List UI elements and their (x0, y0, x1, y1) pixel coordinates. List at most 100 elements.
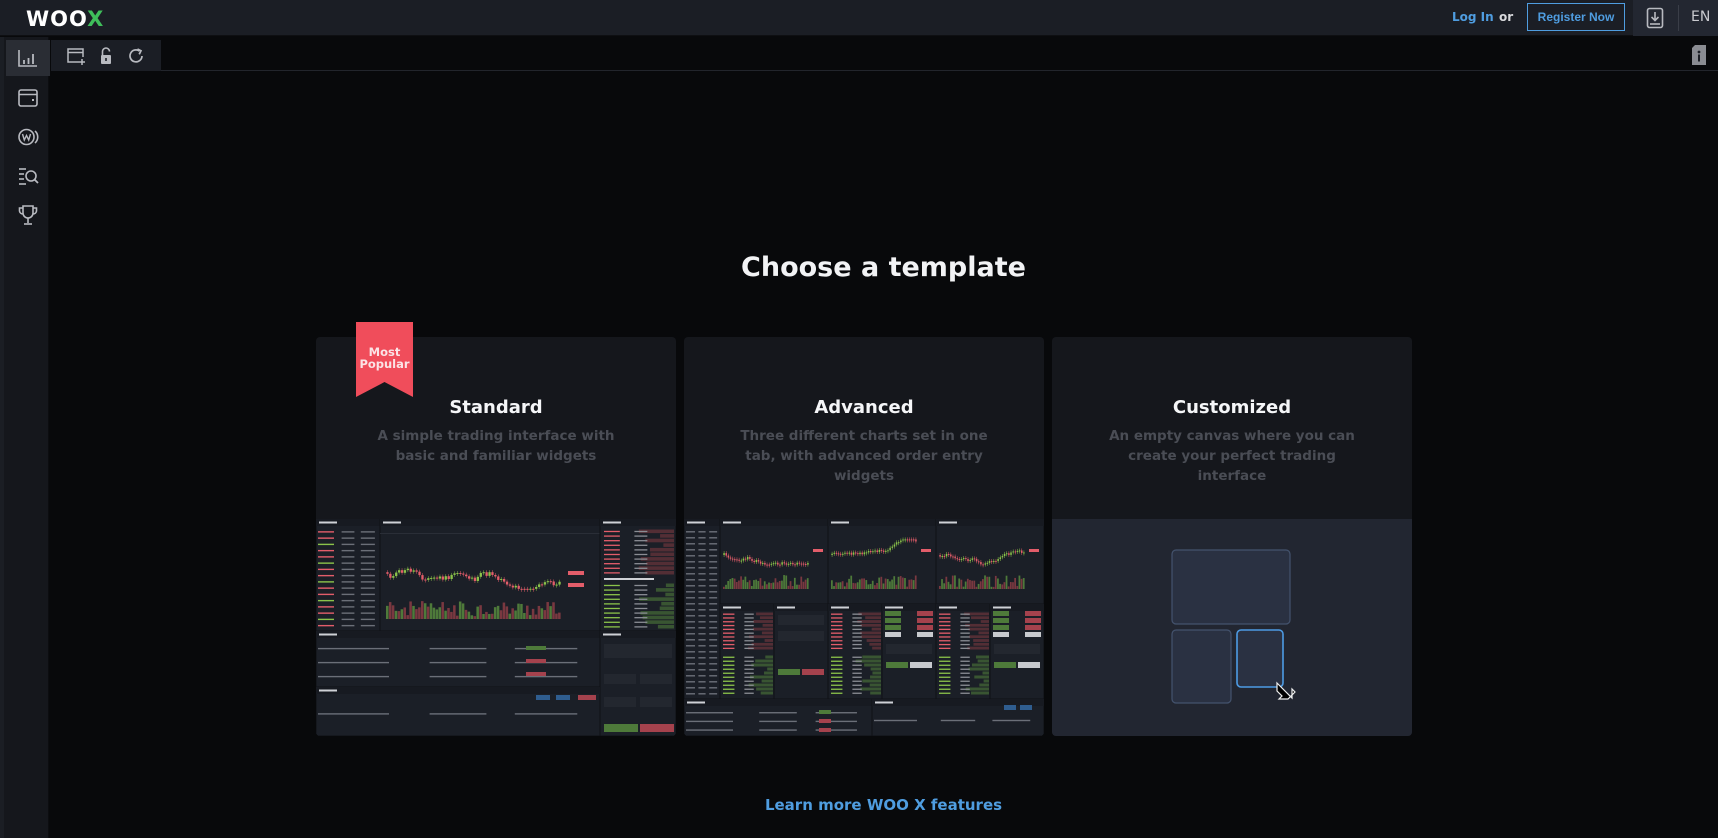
volume-bar (804, 579, 807, 589)
learn-more-link[interactable]: Learn more WOO X features (765, 796, 1002, 814)
widget-title (319, 689, 337, 692)
volume-bar (733, 578, 736, 589)
row-text (831, 672, 843, 674)
lock-layout-button[interactable] (95, 45, 117, 67)
row-text (852, 656, 862, 658)
volume-bar (552, 602, 555, 619)
row-text (360, 618, 375, 621)
chart-toolbar-line (380, 533, 600, 534)
volume-bar (1022, 578, 1025, 589)
sidebar-item-charts[interactable] (6, 40, 50, 76)
widget-title (831, 521, 849, 524)
badge-label: Most Popular (356, 346, 413, 370)
add-window-button[interactable] (65, 45, 87, 67)
candle-body (908, 539, 911, 541)
woox-logo[interactable]: WOOX (26, 7, 104, 31)
candle-body (882, 550, 885, 552)
row-text (634, 544, 648, 546)
template-card-customized[interactable]: Customized An empty canvas where you can… (1052, 337, 1412, 736)
row-text (831, 692, 843, 694)
row-text (744, 617, 754, 619)
depth-bar (661, 601, 674, 606)
reset-layout-button[interactable] (125, 45, 147, 67)
volume-bar (975, 586, 978, 589)
volume-bar (951, 575, 954, 589)
row-text (723, 647, 735, 650)
row-text (318, 581, 334, 583)
row-text (759, 720, 797, 723)
candle-body (546, 581, 550, 583)
sidebar-item-woo-earn[interactable] (6, 119, 50, 155)
row-text (698, 675, 706, 677)
row-text (341, 599, 355, 602)
register-button[interactable]: Register Now (1527, 3, 1625, 31)
sidebar-item-rewards[interactable] (6, 197, 50, 233)
row-text (318, 587, 334, 589)
candle-body (386, 572, 389, 574)
widget-header (872, 699, 1044, 706)
row-text (698, 573, 706, 575)
row-text (723, 668, 735, 670)
language-selector[interactable]: EN (1691, 9, 1710, 25)
row-text (686, 669, 695, 671)
quick-order-chip (993, 625, 1009, 630)
download-app-icon[interactable] (1646, 7, 1664, 29)
row-text (686, 681, 695, 683)
candle-body (861, 552, 863, 555)
row-text (960, 676, 970, 678)
volume-bar (1020, 578, 1023, 589)
volume-bar (941, 579, 943, 589)
volume-bar (514, 610, 517, 619)
volume-bar (1005, 575, 1008, 589)
volume-bar (997, 578, 999, 589)
candle-body (755, 560, 758, 563)
volume-bar (757, 580, 760, 589)
depth-bar (971, 691, 989, 695)
sidebar-item-markets[interactable] (6, 158, 50, 194)
volume-bar (949, 584, 952, 589)
candle-body (482, 572, 485, 574)
row-text (318, 562, 334, 564)
volume-bar (546, 602, 549, 619)
row-text (318, 624, 334, 627)
price-tag (1029, 549, 1039, 552)
row-text (341, 587, 355, 589)
login-link[interactable]: Log In (1452, 10, 1494, 24)
row-text (604, 567, 620, 569)
depth-bar (861, 635, 881, 639)
candle-body (1021, 550, 1023, 553)
template-card-advanced[interactable]: Advanced Three different charts set in o… (684, 337, 1044, 736)
row-text (709, 645, 718, 647)
sidebar-item-wallet[interactable] (6, 80, 50, 116)
row-text (723, 684, 735, 686)
row-text (698, 579, 706, 581)
volume-bar (768, 582, 770, 589)
trophy-icon (18, 205, 38, 225)
row-text (514, 675, 578, 678)
volume-bar (787, 585, 790, 589)
candle-body (967, 559, 969, 562)
candle-body (459, 572, 462, 574)
volume-bar (520, 603, 523, 619)
row-text (634, 603, 648, 605)
row-text (939, 636, 951, 638)
candle-body (462, 573, 465, 575)
row-text (698, 645, 706, 647)
volume-bar (456, 615, 459, 619)
row-text (698, 627, 706, 629)
info-book-icon[interactable] (1690, 44, 1708, 66)
candle-body (835, 552, 838, 554)
depth-bar (756, 687, 773, 691)
row-text (940, 719, 976, 722)
candle-body (511, 585, 515, 588)
widget-header (316, 687, 600, 694)
template-card-standard[interactable]: Most Popular Standard A simple trading i… (316, 322, 676, 736)
candle-body (958, 558, 961, 560)
row-text (831, 628, 843, 631)
row-text (634, 563, 648, 565)
candle-body (397, 570, 401, 573)
candle-body (473, 577, 477, 581)
depth-bar (860, 623, 881, 627)
candle-body (526, 588, 529, 590)
row-text (698, 531, 706, 533)
